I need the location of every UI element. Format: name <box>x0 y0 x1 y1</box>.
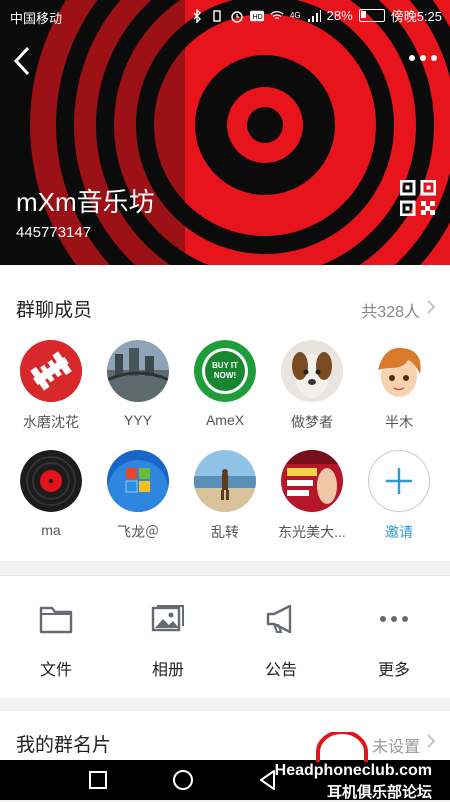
hd-icon: HD <box>249 10 264 21</box>
avatar <box>281 450 343 512</box>
member-item[interactable]: 乱转 <box>180 450 270 542</box>
invite-button[interactable] <box>368 450 430 512</box>
megaphone-icon <box>266 604 292 634</box>
action-label: 更多 <box>377 662 410 679</box>
action-more[interactable]: 更多 <box>338 604 450 680</box>
member-count[interactable]: 共328人 <box>361 298 420 322</box>
carrier-label: 中国移动 <box>10 11 63 26</box>
my-group-card-row[interactable]: 我的群名片 未设置 <box>0 711 450 760</box>
avatar <box>194 450 256 512</box>
member-name: YYY <box>123 412 152 428</box>
group-name: mXm音乐坊 <box>16 187 155 217</box>
back-button[interactable] <box>10 44 34 78</box>
member-name: ma <box>41 522 61 538</box>
members-section: 群聊成员 共328人 水磨沈花 YYY BUY IT NOW! AmeX 做梦者… <box>0 265 450 561</box>
action-label: 相册 <box>151 662 184 679</box>
headphone-logo-icon <box>316 732 368 762</box>
avatar <box>281 340 343 402</box>
chevron-right-icon <box>427 734 436 748</box>
member-name: AmeX <box>205 412 245 428</box>
group-actions: 文件 相册 公告 更多 <box>0 575 450 698</box>
plus-icon <box>386 468 412 494</box>
badge-text-line2: NOW! <box>214 371 236 380</box>
action-announcement[interactable]: 公告 <box>225 604 337 680</box>
member-item[interactable]: BUY IT NOW! AmeX <box>180 340 270 428</box>
avatar <box>20 340 82 402</box>
members-title: 群聊成员 <box>16 300 93 321</box>
battery-percent: 28% <box>326 8 353 23</box>
clock: 傍晚5:25 <box>390 9 442 24</box>
member-item[interactable]: 做梦者 <box>267 340 357 432</box>
avatar <box>107 450 169 512</box>
action-album[interactable]: 相册 <box>112 604 224 680</box>
member-name: 半木 <box>385 414 413 430</box>
action-files[interactable]: 文件 <box>0 604 112 680</box>
badge-text-line1: BUY IT <box>212 361 238 370</box>
bluetooth-icon <box>193 8 201 23</box>
member-name: 水磨沈花 <box>23 414 79 430</box>
more-icon <box>380 616 408 622</box>
svg-text:HD: HD <box>253 14 263 21</box>
member-item[interactable]: 半木 <box>354 340 444 432</box>
my-group-card-label: 我的群名片 <box>16 735 112 756</box>
album-icon <box>151 605 184 632</box>
group-header: 中国移动 HD 4G 28% 傍晚5:25 mXm音乐坊 445773147 <box>0 0 450 265</box>
qr-code-icon[interactable] <box>400 180 436 216</box>
vibrate-icon <box>213 9 221 22</box>
battery-icon <box>358 9 385 22</box>
avatar <box>368 340 430 402</box>
member-item[interactable]: ma <box>6 450 96 538</box>
watermark-line2: 耳机俱乐部论坛 <box>326 784 432 801</box>
more-menu-icon[interactable] <box>408 52 438 64</box>
avatar <box>107 340 169 402</box>
watermark-line1: Headphoneclub.com <box>274 762 432 779</box>
member-name: 飞龙＠ <box>117 524 159 540</box>
my-group-card-value: 未设置 <box>371 739 420 756</box>
alarm-icon <box>231 10 243 23</box>
action-label: 文件 <box>39 662 72 679</box>
member-item[interactable]: 飞龙＠ <box>93 450 183 542</box>
status-bar: 中国移动 HD 4G 28% 傍晚5:25 <box>0 0 450 30</box>
home-icon[interactable] <box>171 768 195 792</box>
invite-label[interactable]: 邀请 <box>354 522 444 542</box>
invite-member[interactable]: 邀请 <box>354 450 444 542</box>
avatar <box>20 450 82 512</box>
folder-icon <box>39 606 73 634</box>
member-item[interactable]: 水磨沈花 <box>6 340 96 432</box>
member-name: 东光美大... <box>278 524 346 540</box>
recent-apps-icon[interactable] <box>86 768 110 792</box>
signal-icon <box>307 9 321 22</box>
member-item[interactable]: YYY <box>93 340 183 428</box>
network-type: 4G <box>289 11 301 20</box>
chevron-right-icon[interactable] <box>426 299 436 315</box>
member-name: 做梦者 <box>291 414 333 430</box>
action-label: 公告 <box>264 662 297 679</box>
group-id: 445773147 <box>16 224 92 241</box>
watermark: Headphoneclub.com 耳机俱乐部论坛 <box>274 732 432 802</box>
avatar: BUY IT NOW! <box>194 340 256 402</box>
wifi-icon <box>270 10 284 19</box>
member-name: 乱转 <box>211 524 239 540</box>
member-item[interactable]: 东光美大... <box>267 450 357 542</box>
